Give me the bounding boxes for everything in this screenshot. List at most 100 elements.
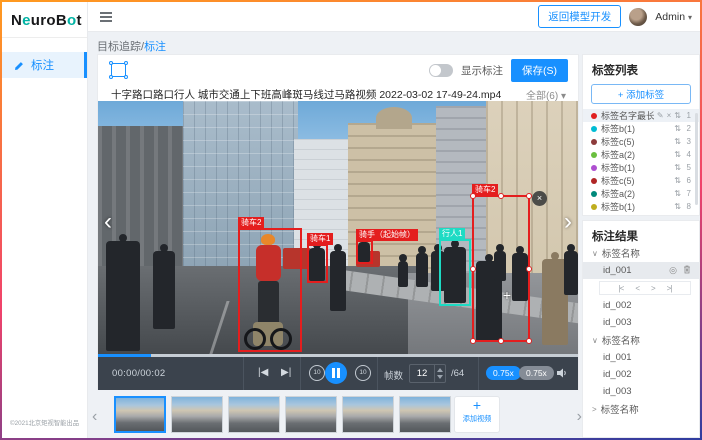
delete-box-button[interactable]: × <box>532 191 547 206</box>
tag-order: 8 <box>684 202 691 211</box>
scene-cyclist <box>106 241 140 351</box>
tag-row[interactable]: 标签b(1) ⇅ 2 <box>583 122 699 135</box>
result-item[interactable]: id_002 <box>583 297 699 314</box>
sort-tag-icon[interactable]: ⇅ <box>674 202 681 211</box>
show-annotation-toggle[interactable] <box>429 64 453 77</box>
frame-stepper[interactable] <box>435 364 446 383</box>
sort-tag-icon[interactable]: ⇅ <box>674 111 681 120</box>
prev-frame-icon[interactable]: < <box>635 284 639 293</box>
video-thumbnail[interactable] <box>399 396 451 433</box>
prev-frame-button[interactable]: |◀ <box>258 367 268 378</box>
delete-tag-icon[interactable]: × <box>667 111 672 120</box>
filter-dropdown[interactable]: 全部(6) ▾ <box>526 87 566 102</box>
speed-button[interactable]: 0.75x <box>519 366 554 380</box>
result-group-header-collapsed[interactable]: > 标签名称 <box>583 400 699 418</box>
back-to-model-dev-button[interactable]: 返回模型开发 <box>538 5 621 28</box>
annotation-box-cyclist1[interactable]: 骑车1 <box>307 244 328 283</box>
resize-handle[interactable] <box>526 266 532 272</box>
result-group-header[interactable]: ∨ 标签名称 <box>583 331 699 349</box>
divider <box>377 357 378 390</box>
scrollbar[interactable] <box>695 113 698 205</box>
first-frame-icon[interactable]: |< <box>619 284 624 293</box>
annotation-label: 骑车2 <box>472 184 498 196</box>
trash-icon[interactable] <box>683 265 691 276</box>
tag-row[interactable]: 标签c(5) ⇅ 3 <box>583 135 699 148</box>
pause-button[interactable] <box>325 362 347 384</box>
video-thumbnail-selected[interactable] <box>114 396 166 433</box>
video-thumbnail[interactable] <box>171 396 223 433</box>
annotation-box-cyclist2[interactable]: 骑车2 <box>238 228 302 352</box>
tag-row[interactable]: 标签a(2) ⇅ 7 <box>583 187 699 200</box>
video-canvas[interactable]: 骑车2 骑车1 骑手（起始帧） 行人1 骑车2 × + ‹ › <box>98 101 578 354</box>
breadcrumb-parent[interactable]: 目标追踪 <box>97 41 141 53</box>
sort-tag-icon[interactable]: ⇅ <box>674 215 681 216</box>
locate-icon[interactable]: ◎ <box>669 265 677 276</box>
prev-video-chevron[interactable]: ‹ <box>100 209 116 237</box>
tag-row[interactable]: 标签a(2) ⇅ 4 <box>583 148 699 161</box>
tag-name: 标签c(5) <box>601 213 671 216</box>
annotation-workspace: 显示标注 保存(S) 十字路口路口行人 城市交通上下班高峰斑马线过马路视频 20… <box>97 54 579 390</box>
result-item[interactable]: id_003 <box>583 383 699 400</box>
result-group-name: 标签名称 <box>602 333 640 347</box>
annotation-box-pedestrian1[interactable]: 行人1 <box>439 239 471 306</box>
next-frame-button[interactable]: ▶| <box>281 367 291 378</box>
strip-scroll-left[interactable]: ‹ <box>92 408 97 426</box>
result-item-id: id_001 <box>603 352 632 363</box>
rewind-10-button[interactable]: 10 <box>309 365 325 381</box>
result-item[interactable]: id_003 <box>583 314 699 331</box>
resize-handle[interactable] <box>470 338 476 344</box>
user-avatar[interactable] <box>629 8 647 26</box>
result-item-selected[interactable]: id_001 ◎ <box>583 262 699 279</box>
frame-pager: |< < > >| <box>599 281 691 295</box>
frame-number-input[interactable] <box>409 364 435 383</box>
chevron-closed-icon: > <box>592 405 597 414</box>
annotation-box-rider-start[interactable]: 骑手（起始帧） <box>356 240 373 264</box>
resize-handle[interactable] <box>470 266 476 272</box>
speed-button-active[interactable]: 0.75x <box>486 366 521 380</box>
sort-tag-icon[interactable]: ⇅ <box>674 124 681 133</box>
last-frame-icon[interactable]: >| <box>667 284 672 293</box>
forward-10-button[interactable]: 10 <box>355 365 371 381</box>
tag-row[interactable]: 标签名字最长数... ✎ × ⇅ 1 <box>583 109 699 122</box>
annotation-box-selected[interactable]: 骑车2 <box>472 195 530 342</box>
resize-handle[interactable] <box>498 193 504 199</box>
topbar: 返回模型开发 Admin ▾ <box>88 2 700 32</box>
next-video-chevron[interactable]: › <box>560 209 576 237</box>
result-group-name: 标签名称 <box>601 402 639 416</box>
sort-tag-icon[interactable]: ⇅ <box>674 189 681 198</box>
sidebar-item-annotate[interactable]: 标注 <box>2 52 87 78</box>
sort-tag-icon[interactable]: ⇅ <box>674 176 681 185</box>
result-item[interactable]: id_001 <box>583 349 699 366</box>
video-thumbnail[interactable] <box>342 396 394 433</box>
result-item-id: id_002 <box>603 300 632 311</box>
volume-icon[interactable] <box>556 367 568 382</box>
result-group-name: 标签名称 <box>602 246 640 260</box>
resize-handle[interactable] <box>470 193 476 199</box>
save-button[interactable]: 保存(S) <box>511 59 568 82</box>
add-tag-button[interactable]: + 添加标签 <box>591 84 691 104</box>
edit-tag-icon[interactable]: ✎ <box>657 111 664 120</box>
tag-row[interactable]: 标签b(1) ⇅ 8 <box>583 200 699 213</box>
tag-row[interactable]: 标签b(1) ⇅ 5 <box>583 161 699 174</box>
add-video-button[interactable]: + 添加视频 <box>454 396 500 433</box>
resize-handle[interactable] <box>498 338 504 344</box>
resize-handle[interactable] <box>526 338 532 344</box>
user-menu[interactable]: Admin ▾ <box>655 11 692 23</box>
tag-row[interactable]: 标签c(5) ⇅ 6 <box>583 174 699 187</box>
time-display: 00:00/00:02 <box>112 368 166 379</box>
sort-tag-icon[interactable]: ⇅ <box>674 137 681 146</box>
result-group-header[interactable]: ∨ 标签名称 <box>583 244 699 262</box>
sort-tag-icon[interactable]: ⇅ <box>674 163 681 172</box>
result-item-id: id_003 <box>603 386 632 397</box>
sort-tag-icon[interactable]: ⇅ <box>674 150 681 159</box>
app-window: NeuroBot 标注 ©2021北京矩视智能出品 返回模型开发 Admin ▾… <box>0 0 702 440</box>
breadcrumb-current: 标注 <box>144 41 166 53</box>
result-item[interactable]: id_002 <box>583 366 699 383</box>
video-thumbnail[interactable] <box>228 396 280 433</box>
tag-color-dot <box>591 126 597 132</box>
tag-row[interactable]: 标签c(5) ⇅ 9 <box>583 213 699 216</box>
video-thumbnail[interactable] <box>285 396 337 433</box>
bounding-box-tool-icon[interactable] <box>111 63 126 77</box>
next-frame-icon[interactable]: > <box>651 284 655 293</box>
collapse-menu-icon[interactable] <box>100 12 112 22</box>
